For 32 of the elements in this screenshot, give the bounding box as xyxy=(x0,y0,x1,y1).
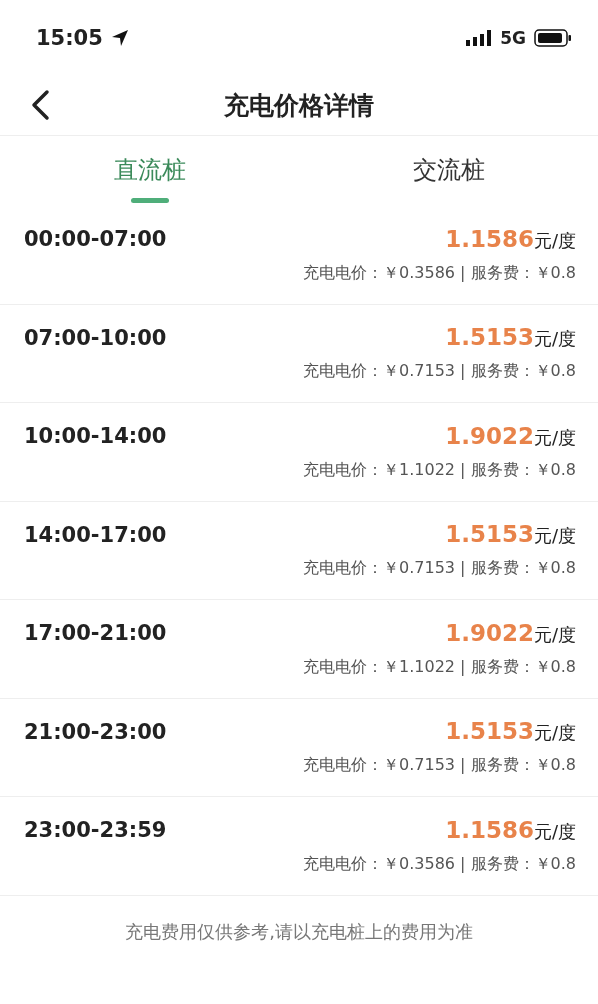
back-icon[interactable] xyxy=(30,89,50,121)
price: 1.5153元/度 xyxy=(445,718,576,746)
disclaimer-note: 充电费用仅供参考,请以充电桩上的费用为准 xyxy=(125,920,473,942)
price: 1.9022元/度 xyxy=(445,422,576,450)
battery-icon xyxy=(534,28,572,47)
tab[interactable]: 交流桩 xyxy=(412,154,485,186)
time-range: 00:00-07:00 xyxy=(24,227,167,252)
time-range: 14:00-17:00 xyxy=(24,522,167,547)
price-breakdown: 充电电价：￥1.1022 | 服务费：￥0.8 xyxy=(302,656,576,678)
signal-icon xyxy=(466,29,493,46)
price: 1.5153元/度 xyxy=(445,324,576,352)
price-breakdown: 充电电价：￥0.3586 | 服务费：￥0.8 xyxy=(302,262,576,284)
tab-indicator xyxy=(130,198,169,203)
page-title: 充电价格详情 xyxy=(224,89,374,122)
time-range: 21:00-23:00 xyxy=(24,719,167,744)
price-breakdown: 充电电价：￥1.1022 | 服务费：￥0.8 xyxy=(302,459,576,481)
time-range: 10:00-14:00 xyxy=(24,424,167,449)
price-breakdown: 充电电价：￥0.7153 | 服务费：￥0.8 xyxy=(302,755,576,777)
network-type: 5G xyxy=(500,27,526,48)
price: 1.9022元/度 xyxy=(445,619,576,647)
price: 1.1586元/度 xyxy=(445,816,576,844)
price-breakdown: 充电电价：￥0.7153 | 服务费：￥0.8 xyxy=(302,361,576,383)
time-range: 23:00-23:59 xyxy=(24,818,167,843)
tab[interactable]: 直流桩 xyxy=(113,154,186,186)
price-breakdown: 充电电价：￥0.7153 | 服务费：￥0.8 xyxy=(302,558,576,580)
price-breakdown: 充电电价：￥0.3586 | 服务费：￥0.8 xyxy=(302,853,576,875)
price: 1.1586元/度 xyxy=(445,225,576,253)
status-time: 15:05 xyxy=(36,25,103,50)
time-range: 07:00-10:00 xyxy=(24,325,167,350)
time-range: 17:00-21:00 xyxy=(24,621,167,646)
location-arrow-icon xyxy=(110,28,129,47)
price: 1.5153元/度 xyxy=(445,521,576,549)
